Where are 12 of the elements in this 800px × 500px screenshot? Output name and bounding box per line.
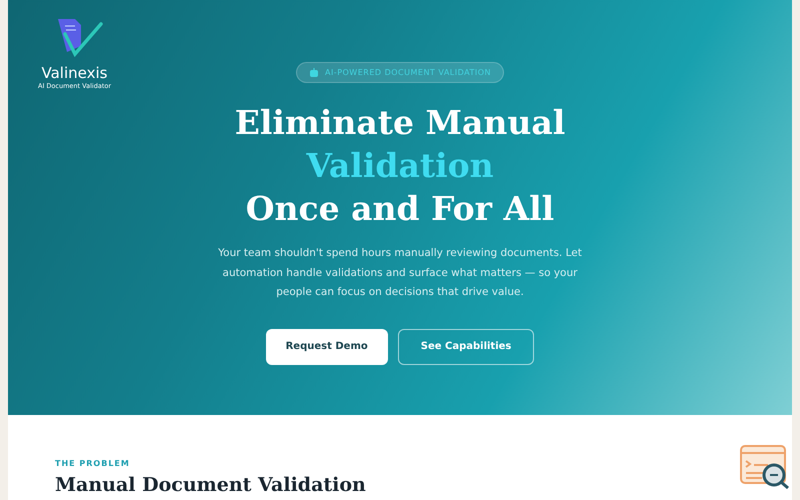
capabilities-button[interactable]: See Capabilities (398, 328, 534, 364)
request-demo-button[interactable]: Request Demo (266, 328, 388, 364)
robot-icon (308, 68, 319, 77)
brand-name: Valinexis (42, 64, 108, 82)
section-heading: Manual Document Validation (55, 474, 366, 496)
hero-description: Your team shouldn't spend hours manually reviewing documents. Let automation handle validations and surface what matters — so your people can focus on decisions that drive value. (217, 246, 583, 300)
section-eyebrow: THE PROBLEM (55, 459, 130, 468)
headline-line: Once and For All (246, 188, 554, 230)
badge-text: AI-POWERED DOCUMENT VALIDATION (324, 68, 492, 77)
browser-search-icon[interactable] (740, 445, 790, 489)
headline-line: Validation (306, 145, 494, 187)
headline-line: Eliminate Manual (234, 102, 566, 144)
